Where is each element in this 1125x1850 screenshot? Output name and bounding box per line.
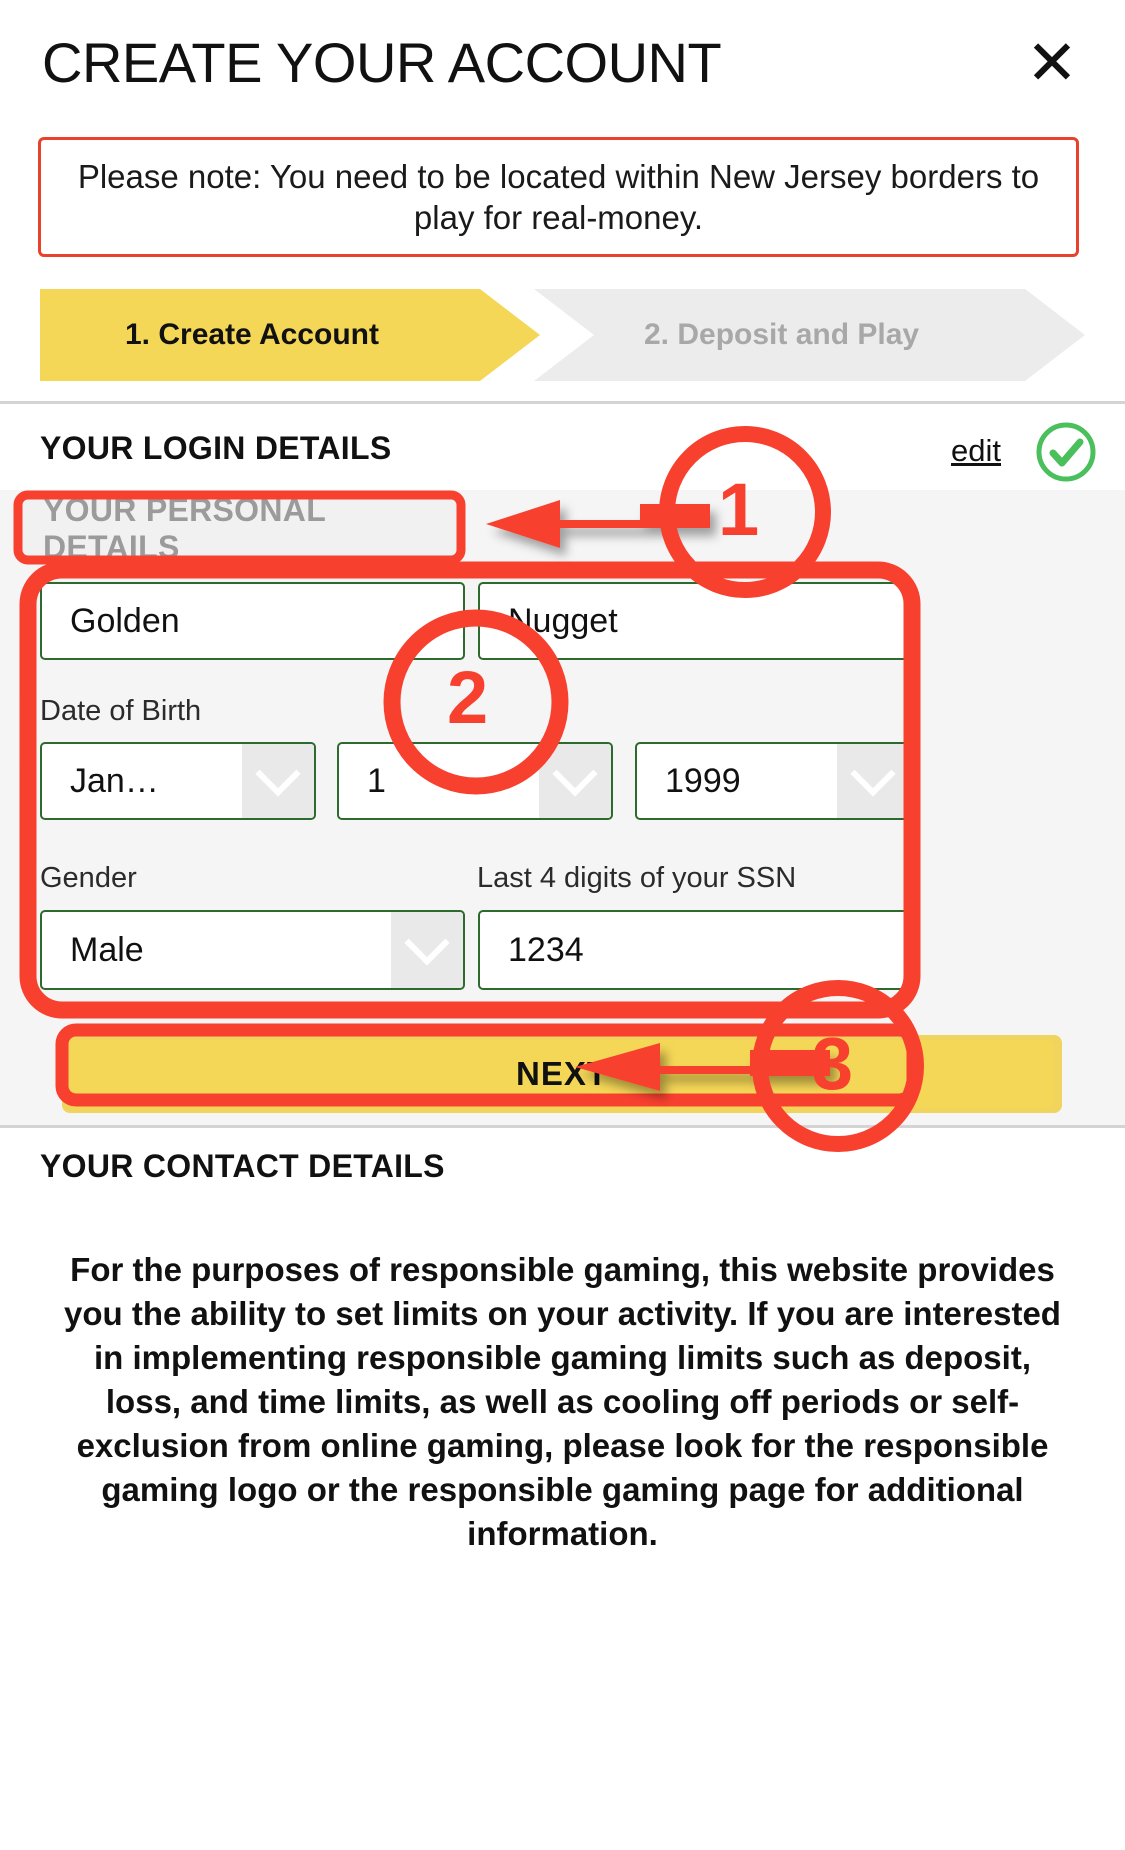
next-button-label: NEXT [515,1055,608,1092]
location-notice-text: Please note: You need to be located with… [77,158,1040,236]
divider-top [0,401,1125,404]
chevron-down-icon [539,744,611,818]
dob-year-value: 1999 [665,761,741,800]
step-indicator: 1. Create Account 2. Deposit and Play [40,289,1085,381]
step-deposit-and-play[interactable]: 2. Deposit and Play [534,289,1085,381]
dob-month-select[interactable]: Jan… [40,742,316,820]
your-personal-details-header[interactable]: YOUR PERSONAL DETAILS [20,492,460,565]
dialog-header: CREATE YOUR ACCOUNT ✕ [0,0,1125,118]
gender-label: Gender [40,862,137,894]
contact-details-heading: YOUR CONTACT DETAILS [40,1148,445,1184]
edit-login-details-link[interactable]: edit [951,433,1001,469]
ssn-field[interactable]: 1234 [478,910,908,990]
chevron-down-icon [837,744,909,818]
chevron-down-icon [242,744,314,818]
login-details-section: YOUR LOGIN DETAILS edit [0,405,1125,490]
check-circle-icon [1036,422,1096,482]
step-create-account[interactable]: 1. Create Account [40,289,540,381]
date-of-birth-label: Date of Birth [40,695,202,727]
chevron-down-icon [391,912,463,988]
last-name-field[interactable]: Nugget [478,582,908,660]
your-personal-details-label: YOUR PERSONAL DETAILS [43,492,326,565]
ssn-label: Last 4 digits of your SSN [477,862,797,894]
divider-bottom [0,1125,1125,1128]
ssn-value: 1234 [508,930,584,969]
dob-year-select[interactable]: 1999 [635,742,911,820]
dob-day-select[interactable]: 1 [337,742,613,820]
page-title: CREATE YOUR ACCOUNT [42,31,722,94]
login-details-heading: YOUR LOGIN DETAILS [40,430,392,466]
next-button[interactable]: NEXT [70,1040,1054,1108]
first-name-field[interactable]: Golden [40,582,465,660]
dob-month-value: Jan… [70,761,159,800]
first-name-value: Golden [70,601,180,640]
close-icon[interactable]: ✕ [1023,33,1081,95]
step-deposit-and-play-label: 2. Deposit and Play [644,318,920,351]
gender-value: Male [70,930,144,969]
personal-details-panel: YOUR PERSONAL DETAILS Golden Nugget Date… [0,490,1125,1125]
last-name-value: Nugget [508,601,618,640]
dob-day-value: 1 [367,761,386,800]
next-button-frame: NEXT [62,1035,1062,1113]
step-create-account-label: 1. Create Account [125,318,379,351]
responsible-gaming-text: For the purposes of responsible gaming, … [64,1251,1061,1552]
location-notice: Please note: You need to be located with… [38,137,1079,257]
gender-select[interactable]: Male [40,910,465,990]
